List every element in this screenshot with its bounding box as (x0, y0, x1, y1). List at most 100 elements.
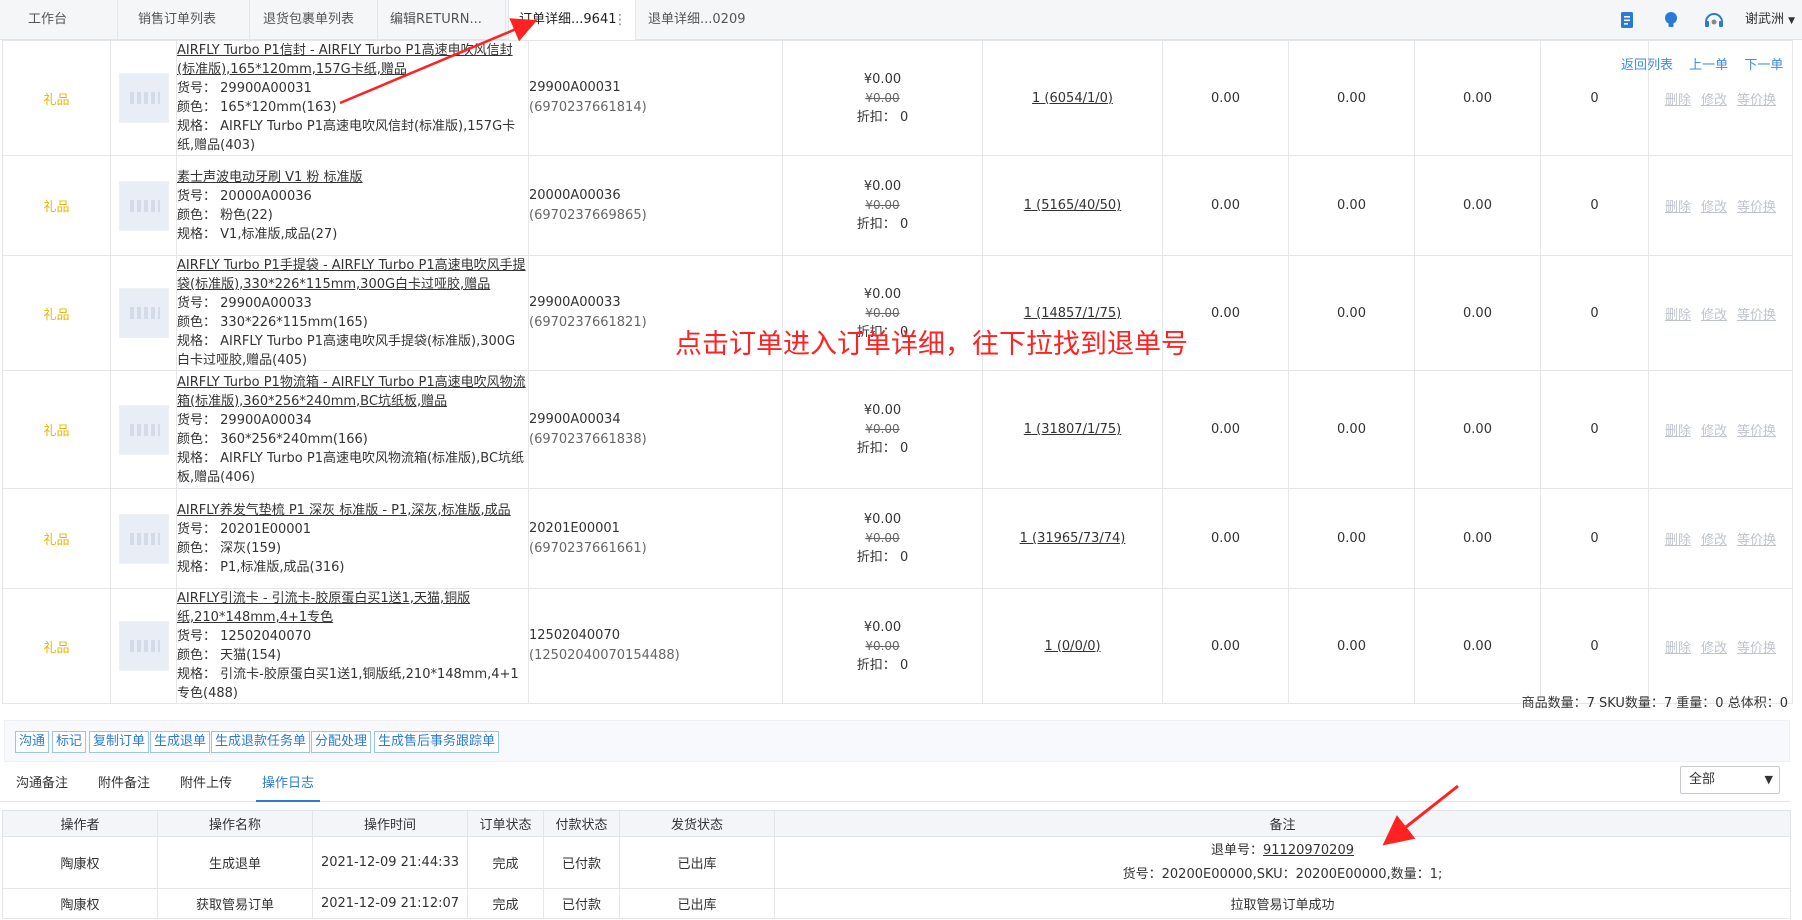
color-line: 颜色： 天猫(154) (177, 646, 528, 665)
price-value: ¥0.00 (863, 71, 902, 87)
exchange-button[interactable]: 等价换 (1737, 308, 1776, 323)
amount-3: 0.00 (1414, 255, 1541, 371)
items-summary: 商品数量：7 SKU数量：7 重量：0 总体积：0 (1521, 696, 1788, 711)
create-aftersale-ticket-button[interactable]: 生成售后事务跟踪单 (374, 731, 500, 753)
assign-button[interactable]: 分配处理 (311, 731, 372, 753)
tab-edit-return[interactable]: 编辑RETURN... (380, 0, 506, 40)
product-info: AIRFLY Turbo P1信封 - AIRFLY Turbo P1高速电吹风… (176, 40, 529, 156)
amount-4: 0 (1540, 155, 1649, 256)
order-action-bar: 沟通 标记 复制订单 生成退单 生成退款任务单 分配处理 生成售后事务跟踪单 (4, 720, 1790, 762)
tab-label: 退货包裹单列表 (263, 12, 355, 27)
color-line: 颜色： 360*256*240mm(166) (177, 430, 528, 449)
amount-2: 0.00 (1288, 588, 1415, 704)
price-value: ¥0.00 (863, 179, 902, 194)
amount-4: 0 (1540, 588, 1649, 704)
headset-icon[interactable] (1703, 11, 1725, 29)
create-return-button[interactable]: 生成退单 (150, 731, 211, 753)
exchange-button[interactable]: 等价换 (1737, 424, 1776, 439)
spec-label: 规格： (177, 334, 217, 349)
product-thumbnail[interactable] (118, 180, 169, 231)
barcode-cell: 29900A00034 (6970237661838) (528, 370, 783, 489)
discount-line: 折扣： 0 (783, 108, 982, 127)
delete-button[interactable]: 删除 (1665, 533, 1691, 548)
tab-return-detail[interactable]: 退单详细...0209 (638, 0, 758, 40)
table-row: 礼品 AIRFLY Turbo P1物流箱 - AIRFLY Turbo P1高… (2, 370, 1793, 489)
tab-workbench[interactable]: 工作台 (18, 0, 118, 40)
communicate-button[interactable]: 沟通 (15, 731, 50, 753)
delete-button[interactable]: 删除 (1665, 424, 1691, 439)
edit-button[interactable]: 修改 (1701, 93, 1727, 108)
product-name-link[interactable]: AIRFLY Turbo P1手提袋 - AIRFLY Turbo P1高速电吹… (177, 256, 528, 294)
exchange-button[interactable]: 等价换 (1737, 641, 1776, 656)
log-filter-value: 全部 (1689, 772, 1716, 787)
book-icon[interactable] (1618, 11, 1636, 29)
product-thumbnail[interactable] (118, 404, 169, 455)
product-name-link[interactable]: 素士声波电动牙刷 V1 粉 标准版 (177, 168, 528, 187)
mark-button[interactable]: 标记 (52, 731, 87, 753)
delete-button[interactable]: 删除 (1665, 93, 1691, 108)
stock-link[interactable]: 1 (31965/73/74) (982, 488, 1163, 589)
log-filter-select[interactable]: 全部 ▼ (1680, 766, 1780, 794)
edit-button[interactable]: 修改 (1701, 533, 1727, 548)
delete-button[interactable]: 删除 (1665, 641, 1691, 656)
log-order-status: 完成 (467, 836, 544, 889)
prev-order-link[interactable]: 上一单 (1689, 58, 1728, 73)
exchange-button[interactable]: 等价换 (1737, 200, 1776, 215)
product-name-link[interactable]: AIRFLY Turbo P1信封 - AIRFLY Turbo P1高速电吹风… (177, 41, 528, 79)
more-vertical-icon[interactable]: ⋮ (613, 0, 627, 40)
edit-button[interactable]: 修改 (1701, 308, 1727, 323)
tab-attachment-notes[interactable]: 附件备注 (98, 766, 150, 802)
user-menu[interactable]: 谢武洲 ▼ (1745, 0, 1795, 41)
exchange-button[interactable]: 等价换 (1737, 533, 1776, 548)
product-name-link[interactable]: AIRFLY养发气垫梳 P1 深灰 标准版 - P1,深灰,标准版,成品 (177, 501, 528, 520)
tab-order-detail[interactable]: 订单详细...9641 ⋮ (508, 0, 636, 41)
tab-operation-log[interactable]: 操作日志 (256, 766, 321, 802)
product-thumbnail[interactable] (118, 288, 169, 338)
row-actions: 删除 修改 等价换 (1648, 588, 1793, 704)
log-pay-status: 已付款 (543, 836, 620, 889)
table-row: 陶康权 生成退单 2021-12-09 21:44:33 完成 已付款 已出库 … (2, 836, 1791, 889)
discount-line: 折扣： 0 (783, 548, 982, 567)
product-thumbnail[interactable] (118, 73, 169, 123)
sku-value: 12502040070 (220, 629, 312, 644)
product-name-link[interactable]: AIRFLY Turbo P1物流箱 - AIRFLY Turbo P1高速电吹… (177, 373, 528, 411)
delete-button[interactable]: 删除 (1665, 200, 1691, 215)
edit-button[interactable]: 修改 (1701, 641, 1727, 656)
thumb-cell (110, 370, 177, 489)
edit-button[interactable]: 修改 (1701, 424, 1727, 439)
product-name-link[interactable]: AIRFLY引流卡 - 引流卡-胶原蛋白买1送1,天猫,铜版纸,210*148m… (177, 589, 528, 627)
product-thumbnail[interactable] (118, 513, 169, 564)
tab-sales-order-list[interactable]: 销售订单列表 (128, 0, 250, 40)
gift-tag: 礼品 (2, 40, 111, 156)
bulb-icon[interactable] (1662, 11, 1680, 29)
stock-link[interactable]: 1 (0/0/0) (982, 588, 1163, 704)
edit-button[interactable]: 修改 (1701, 200, 1727, 215)
next-order-link[interactable]: 下一单 (1744, 58, 1783, 73)
create-refund-task-button[interactable]: 生成退款任务单 (211, 731, 311, 753)
spec-line: 规格： P1,标准版,成品(316) (177, 558, 528, 577)
sku-value: 29900A00034 (220, 412, 312, 428)
delete-button[interactable]: 删除 (1665, 308, 1691, 323)
tab-return-package-list[interactable]: 退货包裹单列表 (253, 0, 378, 40)
return-number-link[interactable]: 91120970209 (1263, 843, 1354, 858)
color-line: 颜色： 粉色(22) (177, 206, 528, 225)
stock-link[interactable]: 1 (6054/1/0) (982, 40, 1163, 156)
product-thumbnail[interactable] (118, 621, 169, 671)
tab-attachment-upload[interactable]: 附件上传 (180, 766, 232, 802)
copy-order-button[interactable]: 复制订单 (89, 731, 150, 753)
tab-label: 退单详细...0209 (648, 12, 746, 27)
tab-label: 销售订单列表 (138, 12, 217, 27)
tab-communication-notes[interactable]: 沟通备注 (16, 766, 68, 802)
color-value: 330*226*115mm(165) (220, 315, 368, 330)
product-code: 20201E00001 (529, 520, 620, 536)
product-code: 20000A00036 (529, 187, 621, 203)
stock-link[interactable]: 1 (31807/1/75) (982, 370, 1163, 489)
gift-tag: 礼品 (2, 370, 111, 489)
back-to-list-link[interactable]: 返回列表 (1621, 58, 1673, 73)
exchange-button[interactable]: 等价换 (1737, 93, 1776, 108)
thumb-cell (110, 155, 177, 256)
stock-link[interactable]: 1 (5165/40/50) (982, 155, 1163, 256)
price-value: ¥0.00 (863, 403, 902, 418)
gift-tag: 礼品 (2, 588, 111, 704)
amount-1: 0.00 (1162, 155, 1289, 256)
